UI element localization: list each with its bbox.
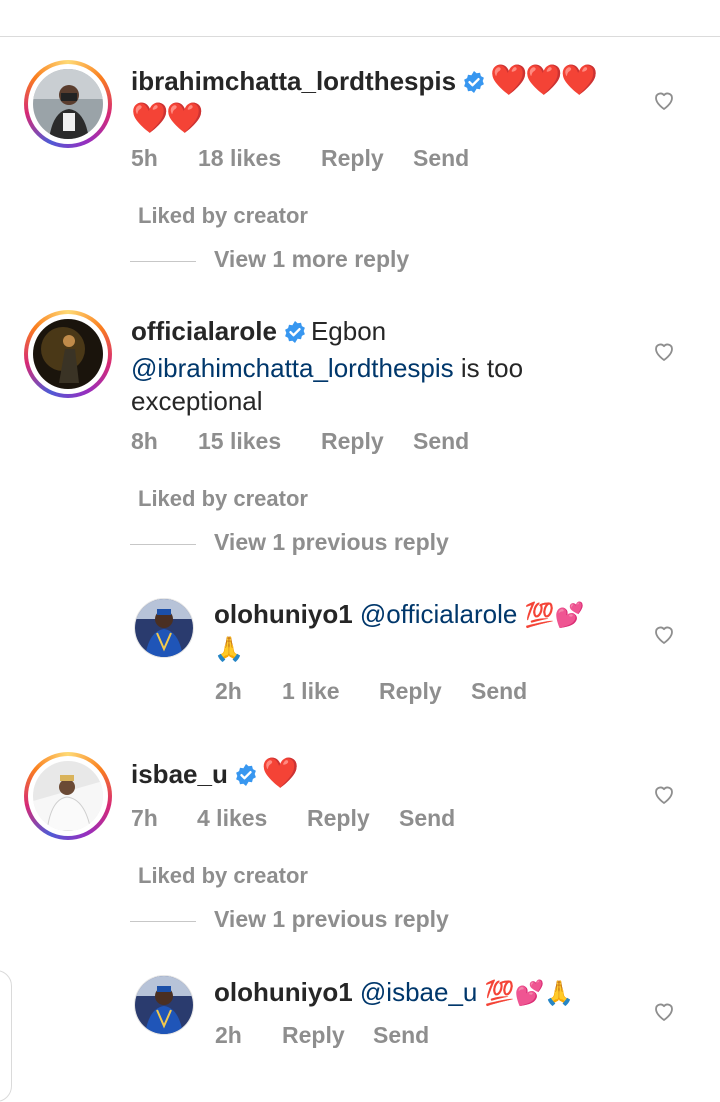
comment-body: exceptional <box>131 386 263 416</box>
verified-badge-icon <box>234 762 258 795</box>
reply-button[interactable]: Reply <box>321 145 384 172</box>
liked-by-creator: Liked by creator <box>138 486 308 511</box>
avatar <box>33 319 103 389</box>
avatar[interactable] <box>134 598 194 658</box>
comment-emoji: 💯💕 <box>524 602 585 629</box>
like-heart-icon[interactable] <box>652 339 676 363</box>
verified-badge-icon <box>283 319 307 352</box>
username[interactable]: officialarole <box>131 316 277 346</box>
comment-text: isbae_u ❤️ <box>131 757 299 795</box>
view-replies-label: View 1 previous reply <box>214 529 449 555</box>
like-heart-icon[interactable] <box>652 999 676 1023</box>
view-replies-label: View 1 more reply <box>214 246 410 272</box>
comment-body: is too <box>453 353 524 383</box>
avatar-story-ring[interactable] <box>24 310 112 398</box>
likes-count[interactable]: 18 likes <box>198 145 281 172</box>
mention-link[interactable]: @officialarole <box>360 599 517 629</box>
like-heart-icon[interactable] <box>652 88 676 112</box>
comment-meta: 8h 15 likes Reply Send <box>0 428 720 456</box>
like-heart-icon[interactable] <box>652 782 676 806</box>
comment-emoji: ❤️ <box>261 757 299 790</box>
send-button[interactable]: Send <box>471 678 527 705</box>
comment-meta: 2h Reply Send <box>0 1022 720 1050</box>
likes-count[interactable]: 4 likes <box>197 805 267 832</box>
reply-button[interactable]: Reply <box>379 678 442 705</box>
comment-meta: 7h 4 likes Reply Send <box>0 805 720 833</box>
reply-button[interactable]: Reply <box>307 805 370 832</box>
sheet-edge <box>0 970 12 1102</box>
comment-text: olohuniyo1 @isbae_u 💯💕🙏 <box>214 976 634 1010</box>
reply-button[interactable]: Reply <box>321 428 384 455</box>
send-button[interactable]: Send <box>413 428 469 455</box>
comment-body: Egbon <box>310 316 387 346</box>
comment-meta: 2h 1 like Reply Send <box>0 678 720 706</box>
comment-text: officialarole Egbon @ibrahimchatta_lordth… <box>131 315 631 418</box>
avatar-story-ring[interactable] <box>24 60 112 148</box>
mention-link[interactable]: @ibrahimchatta_lordthespis <box>131 353 454 383</box>
comment-time: 5h <box>131 145 158 171</box>
divider <box>130 261 196 262</box>
username[interactable]: olohuniyo1 <box>214 977 353 1007</box>
verified-badge-icon <box>462 69 486 102</box>
comment-emoji: ❤️❤️❤️ <box>490 64 598 97</box>
comment-emoji: 💯💕🙏 <box>484 980 575 1007</box>
comment-meta: 5h 18 likes Reply Send <box>0 145 720 173</box>
reply-button[interactable]: Reply <box>282 1022 345 1049</box>
divider <box>130 921 196 922</box>
likes-count[interactable]: 1 like <box>282 678 340 705</box>
send-button[interactable]: Send <box>399 805 455 832</box>
top-divider <box>0 36 720 37</box>
mention-link[interactable]: @isbae_u <box>360 977 477 1007</box>
liked-by-creator: Liked by creator <box>138 863 308 888</box>
comment-emoji: 🙏 <box>214 636 244 663</box>
send-button[interactable]: Send <box>413 145 469 172</box>
avatar <box>33 69 103 139</box>
comment-time: 7h <box>131 805 158 831</box>
likes-count[interactable]: 15 likes <box>198 428 281 455</box>
comment-time: 2h <box>215 1022 242 1048</box>
liked-by-creator: Liked by creator <box>138 203 308 228</box>
like-heart-icon[interactable] <box>652 622 676 646</box>
username[interactable]: isbae_u <box>131 759 228 789</box>
view-replies-label: View 1 previous reply <box>214 906 449 932</box>
comment-time: 2h <box>215 678 242 704</box>
comment-emoji: ❤️❤️ <box>131 102 204 135</box>
username[interactable]: olohuniyo1 <box>214 599 353 629</box>
send-button[interactable]: Send <box>373 1022 429 1049</box>
comment-text: ibrahimchatta_lordthespis ❤️❤️❤️ ❤️❤️ <box>131 64 598 136</box>
username[interactable]: ibrahimchatta_lordthespis <box>131 66 456 96</box>
divider <box>130 544 196 545</box>
comment-time: 8h <box>131 428 158 454</box>
comment-text: olohuniyo1 @officialarole 💯💕 🙏 <box>214 598 634 666</box>
